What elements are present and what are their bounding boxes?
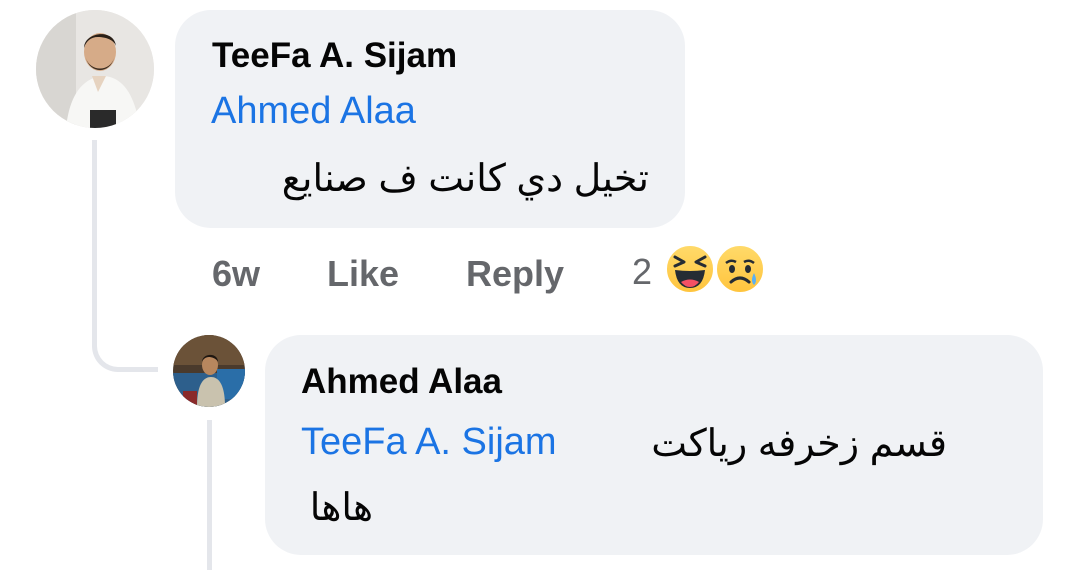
reply-text-line2: هاها [309,487,373,529]
reply-mention[interactable]: TeeFa A. Sijam [301,421,557,464]
sad-icon[interactable] [714,243,766,295]
reply-author[interactable]: Ahmed Alaa [301,362,502,402]
comment-text: تخيل دي كانت ف صنايع [281,158,649,200]
reply-bubble: Ahmed Alaa TeeFa A. Sijam قسم زخرفه رياك… [265,335,1043,555]
haha-icon[interactable] [664,243,716,295]
like-button[interactable]: Like [327,253,399,295]
avatar-teefa-photo [36,10,154,128]
avatar-ahmed-photo [173,335,245,407]
avatar-teefa[interactable] [36,10,154,128]
reaction-count[interactable]: 2 [632,251,652,293]
thread-line-reply [207,420,212,570]
comment-bubble: TeeFa A. Sijam Ahmed Alaa تخيل دي كانت ف… [175,10,685,228]
comment-author[interactable]: TeeFa A. Sijam [212,36,457,76]
reply-text-line1: قسم زخرفه رياكت [651,423,947,465]
thread-line-main [92,140,97,310]
comment-mention[interactable]: Ahmed Alaa [211,90,416,133]
reply-button[interactable]: Reply [466,253,564,295]
avatar-ahmed[interactable] [173,335,245,407]
comment-time[interactable]: 6w [212,253,260,295]
thread-curve-reply [92,300,158,372]
